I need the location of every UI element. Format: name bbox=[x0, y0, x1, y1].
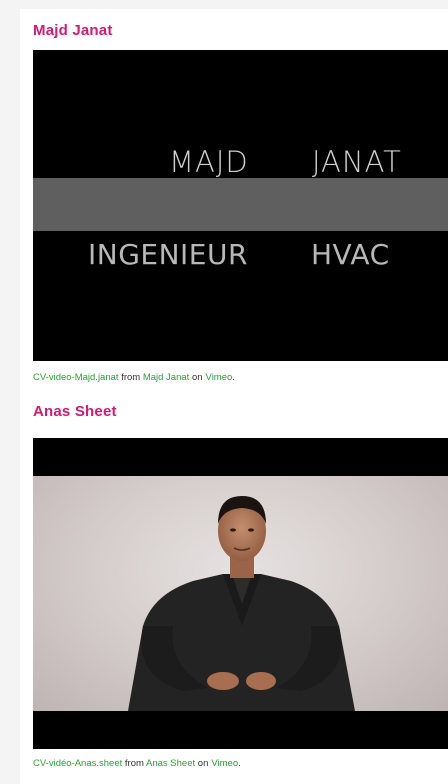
author-link[interactable]: Anas Sheet bbox=[146, 758, 195, 769]
vimeo-link[interactable]: Vimeo bbox=[211, 758, 238, 769]
video-text-role-first: INGENIEUR bbox=[88, 238, 248, 271]
author-link[interactable]: Majd Janat bbox=[143, 372, 189, 383]
video-text-name-first: MAJD bbox=[169, 145, 249, 179]
video-text-role-last: HVAC bbox=[311, 238, 390, 271]
entry-title: Majd Janat bbox=[33, 22, 113, 39]
video-caption: CV-vidéo-Anas.sheet from Anas Sheet on Vi… bbox=[33, 758, 241, 770]
video-text-name-last: JANAT bbox=[312, 145, 402, 179]
video-link[interactable]: CV-vidéo-Anas.sheet bbox=[33, 758, 122, 769]
vimeo-link[interactable]: Vimeo bbox=[206, 372, 233, 383]
caption-period: . bbox=[238, 758, 241, 769]
caption-period: . bbox=[232, 372, 235, 383]
caption-on: on bbox=[197, 758, 209, 769]
presenter-image bbox=[128, 496, 355, 711]
video-link[interactable]: CV-video-Majd.janat bbox=[33, 372, 119, 383]
video-entry-majd: Majd Janat MAJD JANAT INGENIEUR HVAC CV-… bbox=[33, 9, 448, 389]
entry-title: Anas Sheet bbox=[33, 403, 117, 420]
caption-from: from bbox=[124, 758, 144, 769]
video-frame bbox=[33, 476, 448, 711]
video-caption: CV-video-Majd.janat from Majd Janat on Vi… bbox=[33, 372, 235, 384]
video-player[interactable]: MAJD JANAT INGENIEUR HVAC bbox=[33, 50, 448, 361]
video-entry-anas: Anas Sheet CV-vidéo-Anas.sheet from Anas… bbox=[33, 389, 448, 784]
caption-from: from bbox=[121, 372, 141, 383]
title-card-band bbox=[33, 178, 448, 231]
page: Majd Janat MAJD JANAT INGENIEUR HVAC CV-… bbox=[0, 0, 448, 784]
video-player[interactable] bbox=[33, 438, 448, 749]
content-card: Majd Janat MAJD JANAT INGENIEUR HVAC CV-… bbox=[20, 9, 448, 784]
caption-on: on bbox=[191, 372, 203, 383]
